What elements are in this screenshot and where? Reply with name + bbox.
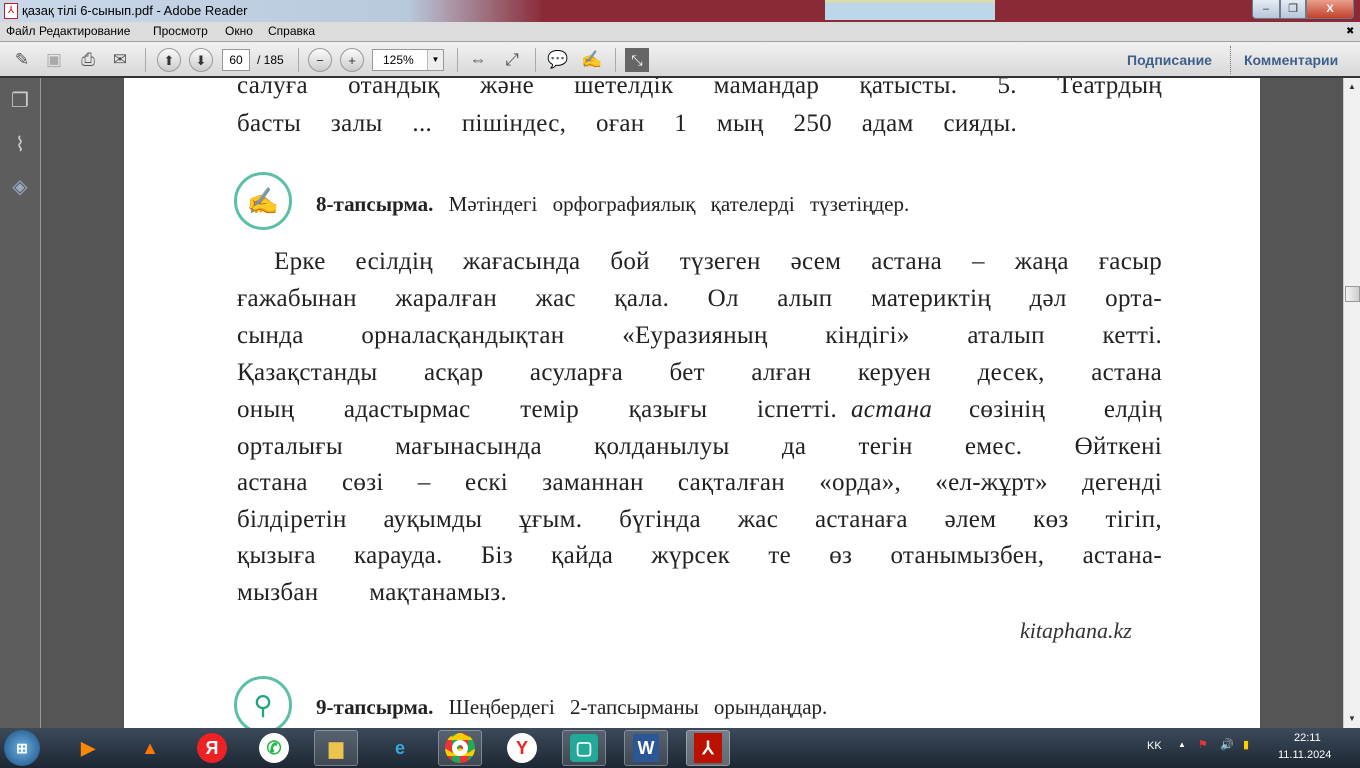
pages-icon[interactable]: ❐ [8, 88, 32, 112]
scroll-thumb[interactable] [1345, 286, 1360, 302]
window-title: қазақ тілі 6-сынып.pdf - Adobe Reader [22, 3, 248, 18]
task-text: Мәтіндегі орфографиялық қателерді түзеті… [448, 192, 910, 216]
task-8-heading: 8-тапсырма. Мәтіндегі орфографиялық қате… [316, 192, 909, 217]
signal-icon[interactable]: ▮ [1243, 738, 1249, 751]
media-player-icon[interactable]: ▶ [66, 730, 110, 766]
pdf-page: салуға отандық және шетелдік мамандар қа… [124, 78, 1260, 728]
vertical-scrollbar[interactable]: ▲ ▼ [1343, 78, 1360, 728]
text-line: оның адастырмас темір қазығы іспетті. [237, 396, 837, 423]
whatsapp-icon[interactable]: ✆ [252, 730, 296, 766]
separator [615, 48, 616, 72]
separator [457, 48, 458, 72]
word-icon[interactable]: W [624, 730, 668, 766]
navigation-pane: ❐ ⌇ ◈ [0, 78, 41, 728]
page-number-input[interactable]: 60 [222, 49, 250, 71]
text-line: астана сөзі – ескі заманнан сақталған «о… [237, 469, 1162, 496]
fit-width-icon[interactable]: ⇔ [466, 48, 490, 72]
adobe-pdf-icon: ⅄ [4, 3, 18, 19]
zoom-value: 125% [383, 53, 414, 67]
app-icon[interactable]: ▢ [562, 730, 606, 766]
edit-document-icon[interactable]: ✎ [10, 48, 34, 72]
chrome-icon[interactable] [438, 730, 482, 766]
title-bar: ⅄ қазақ тілі 6-сынып.pdf - Adobe Reader … [0, 0, 1360, 22]
text-line: Қазақстанды асқар асуларға бет алған кер… [237, 359, 1162, 386]
separator [1230, 46, 1231, 74]
menu-file[interactable]: Файл [6, 24, 36, 38]
separator [535, 48, 536, 72]
text-line: білдіретін ауқымды ұғым. бүгінда жас аст… [237, 506, 1162, 533]
restore-button[interactable]: ❐ [1280, 0, 1306, 19]
taskbar: ⊞ ▶ ▲ Я ✆ ▆ e Y ▢ W ⅄ KK ▲ ⚑ 🔊 ▮ 22:11 1… [0, 728, 1360, 768]
fullscreen-icon[interactable]: ⤡ [625, 48, 649, 72]
yandex-browser-icon[interactable]: Y [500, 730, 544, 766]
adobe-reader-icon[interactable]: ⅄ [686, 730, 730, 766]
menu-edit[interactable]: Редактирование [39, 24, 130, 38]
task-number: 9-тапсырма. [316, 695, 434, 719]
text-line: орталығы мағынасында қолданылуы да тегін… [237, 433, 1162, 460]
highlight-text-icon[interactable]: ✍ [580, 48, 604, 72]
zoom-select[interactable]: 125% ▼ [372, 49, 444, 71]
writing-hand-icon: ✍ [234, 172, 292, 230]
comment-icon[interactable]: 💬 [546, 48, 570, 72]
separator [145, 48, 146, 72]
sign-button[interactable]: Подписание [1127, 52, 1212, 68]
chevron-down-icon[interactable]: ▼ [427, 50, 443, 70]
next-page-button[interactable]: ⬇ [189, 48, 213, 72]
network-error-icon[interactable]: ⚑ [1198, 738, 1208, 751]
previous-page-button[interactable]: ⬆ [157, 48, 181, 72]
scroll-down-icon[interactable]: ▼ [1348, 714, 1356, 723]
zoom-out-button[interactable]: − [308, 48, 332, 72]
text-line: басты залы ... пішіндес, оған 1 мың 250 … [237, 110, 1017, 137]
close-doc-icon[interactable]: ✖ [1346, 26, 1354, 37]
scroll-up-icon[interactable]: ▲ [1348, 82, 1356, 91]
zoom-in-button[interactable]: + [340, 48, 364, 72]
page-total: / 185 [257, 53, 284, 67]
text-line: мызбан мақтанамыз. [237, 579, 507, 606]
menu-help[interactable]: Справка [268, 24, 315, 38]
source-label: kitaphana.kz [1020, 618, 1132, 643]
menu-window[interactable]: Окно [225, 24, 253, 38]
start-button[interactable]: ⊞ [4, 730, 40, 766]
task-9-heading: 9-тапсырма. Шеңбердегі 2-тапсырманы орын… [316, 695, 827, 720]
text-line: салуға отандық және шетелдік мамандар қа… [237, 78, 1162, 99]
italic-word: астана [851, 396, 933, 423]
text-line: сында орналасқандықтан «Еуразияның кінді… [237, 322, 1162, 349]
text-line: сөзінің елдің [969, 396, 1162, 423]
menu-bar: Файл Редактирование Просмотр Окно Справк… [0, 22, 1360, 42]
internet-explorer-icon[interactable]: e [378, 730, 422, 766]
task-text: Шеңбердегі 2-тапсырманы орындаңдар. [448, 695, 828, 719]
layers-icon[interactable]: ◈ [8, 174, 32, 198]
print-icon[interactable]: ⎙ [76, 48, 100, 72]
text-line: Ерке есілдің жағасында бой түзеген әсем … [274, 248, 1162, 275]
fit-page-icon[interactable]: ⤢ [500, 48, 524, 72]
file-explorer-icon[interactable]: ▆ [314, 730, 358, 766]
clock-time[interactable]: 22:11 [1294, 732, 1321, 744]
comments-button[interactable]: Комментарии [1244, 52, 1338, 68]
magnifier-icon: ⚲ [234, 676, 292, 728]
clock-date[interactable]: 11.11.2024 [1278, 749, 1331, 761]
email-icon[interactable]: ✉ [108, 48, 132, 72]
show-hidden-icons[interactable]: ▲ [1178, 740, 1186, 749]
separator [298, 48, 299, 72]
vlc-icon[interactable]: ▲ [128, 730, 172, 766]
yandex-icon[interactable]: Я [190, 730, 234, 766]
task-number: 8-тапсырма. [316, 192, 434, 216]
save-icon[interactable]: ▣ [42, 48, 66, 72]
attachments-icon[interactable]: ⌇ [8, 132, 32, 156]
minimize-button[interactable]: – [1252, 0, 1280, 19]
text-line: ғажабынан жаралған жас қала. Ол алып мат… [237, 285, 1162, 312]
menu-view[interactable]: Просмотр [153, 24, 208, 38]
toolbar: ✎ ▣ ⎙ ✉ ⬆ ⬇ 60 / 185 − + 125% ▼ ⇔ ⤢ 💬 ✍ ⤡… [0, 42, 1360, 78]
text-line: қызыға карауда. Біз қайда жүрсек те өз о… [237, 542, 1162, 569]
close-button[interactable]: X [1306, 0, 1354, 19]
volume-icon[interactable]: 🔊 [1220, 738, 1234, 751]
language-indicator[interactable]: KK [1147, 740, 1162, 752]
background-window [825, 0, 995, 20]
